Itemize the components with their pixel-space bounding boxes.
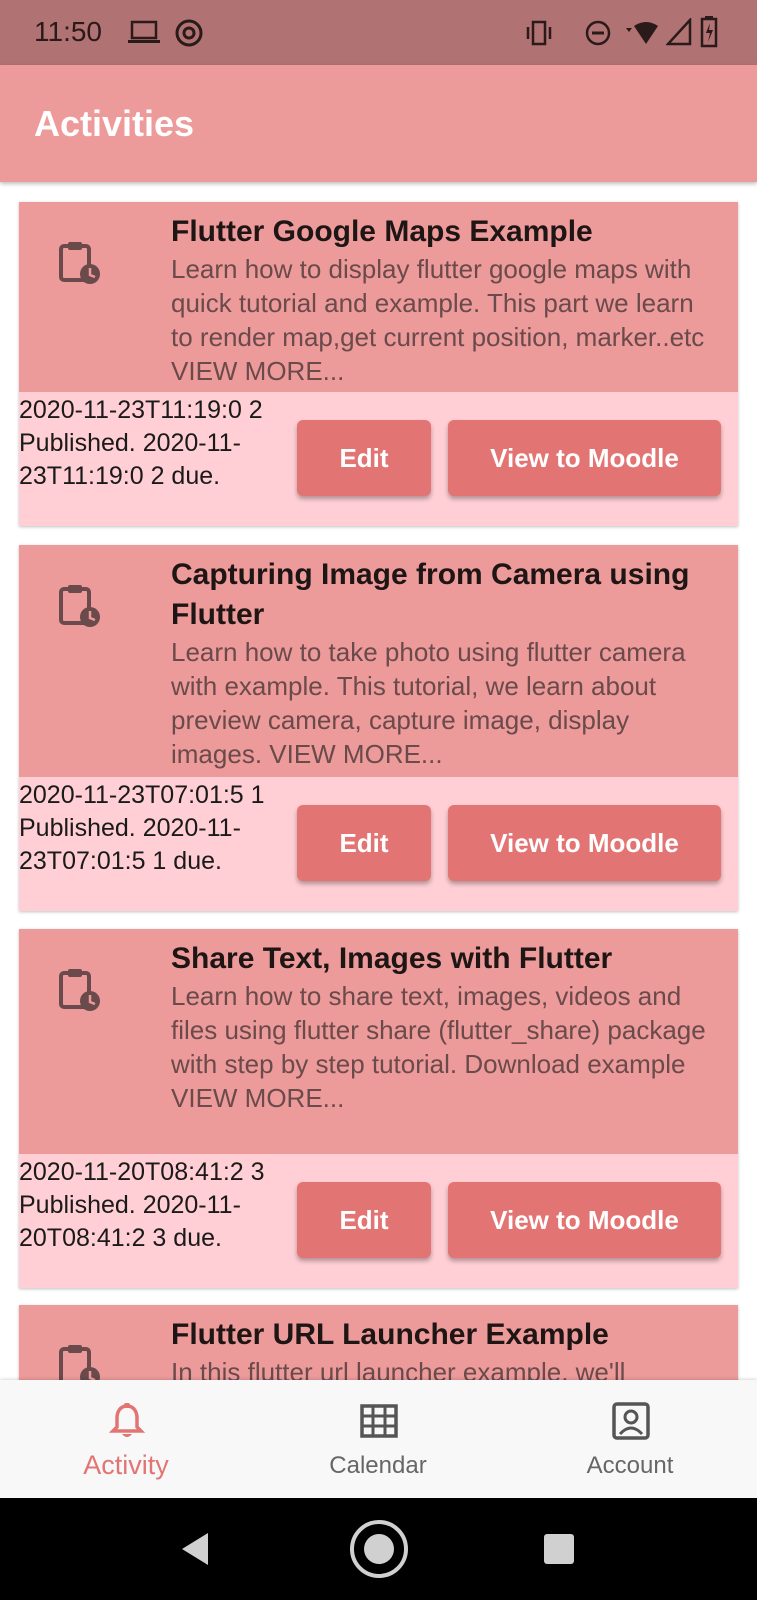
activity-title: Flutter URL Launcher Example bbox=[171, 1318, 609, 1351]
at-sign-icon bbox=[175, 19, 203, 47]
activity-card-header[interactable]: Capturing Image from Camera using Flutte… bbox=[19, 545, 738, 777]
pending-assignment-icon bbox=[59, 585, 100, 627]
app-bar: Activities bbox=[0, 65, 757, 182]
activity-card-header[interactable]: Share Text, Images with Flutter Learn ho… bbox=[19, 929, 738, 1154]
activity-title: Capturing Image from Camera using Flutte… bbox=[171, 558, 690, 631]
activity-card-footer: 2020-11-23T11:19:0 2 Published. 2020-11-… bbox=[19, 392, 738, 526]
pending-assignment-icon bbox=[59, 242, 100, 284]
view-to-moodle-button[interactable]: View to Moodle bbox=[448, 805, 721, 881]
account-box-icon bbox=[612, 1402, 650, 1440]
wifi-icon bbox=[626, 22, 658, 44]
activity-dates: 2020-11-23T11:19:0 2 Published. 2020-11-… bbox=[19, 396, 263, 490]
nav-item-account[interactable]: Account bbox=[530, 1380, 730, 1498]
activity-card[interactable]: Capturing Image from Camera using Flutte… bbox=[19, 545, 738, 911]
nav-label-calendar: Calendar bbox=[329, 1452, 427, 1479]
activity-card-footer: 2020-11-23T07:01:5 1 Published. 2020-11-… bbox=[19, 777, 738, 911]
activity-card[interactable]: Share Text, Images with Flutter Learn ho… bbox=[19, 929, 738, 1288]
do-not-disturb-icon bbox=[585, 20, 611, 46]
pending-assignment-icon bbox=[59, 969, 100, 1011]
nav-item-calendar[interactable]: Calendar bbox=[278, 1380, 478, 1498]
status-time: 11:50 bbox=[34, 16, 102, 47]
activity-dates: 2020-11-23T07:01:5 1 Published. 2020-11-… bbox=[19, 781, 265, 875]
activity-card[interactable]: Flutter Google Maps Example Learn how to… bbox=[19, 202, 738, 526]
activity-description: Learn how to display flutter google maps… bbox=[171, 254, 705, 386]
activity-description: Learn how to share text, images, videos … bbox=[171, 981, 706, 1113]
nav-item-activity[interactable]: Activity bbox=[26, 1380, 226, 1498]
view-to-moodle-button[interactable]: View to Moodle bbox=[448, 1182, 721, 1258]
activity-description: In this flutter url launcher example, we… bbox=[171, 1357, 626, 1380]
activity-card[interactable]: Flutter URL Launcher Example In this flu… bbox=[19, 1305, 738, 1380]
status-bar: 11:50 bbox=[0, 0, 757, 65]
activity-description: Learn how to take photo using flutter ca… bbox=[171, 637, 686, 769]
activity-list[interactable]: Flutter Google Maps Example Learn how to… bbox=[0, 182, 757, 1380]
edit-button[interactable]: Edit bbox=[297, 420, 431, 496]
edit-button[interactable]: Edit bbox=[297, 1182, 431, 1258]
laptop-icon bbox=[128, 20, 160, 43]
signal-icon bbox=[666, 18, 692, 46]
recents-icon[interactable] bbox=[543, 1533, 575, 1565]
bell-icon bbox=[108, 1403, 146, 1437]
system-navigation-bar bbox=[0, 1498, 757, 1600]
view-to-moodle-button[interactable]: View to Moodle bbox=[448, 420, 721, 496]
activity-card-header[interactable]: Flutter Google Maps Example Learn how to… bbox=[19, 202, 738, 392]
nav-label-account: Account bbox=[586, 1452, 674, 1479]
page-title: Activities bbox=[34, 103, 195, 144]
home-icon[interactable] bbox=[349, 1519, 409, 1579]
battery-icon bbox=[700, 16, 718, 48]
calendar-grid-icon bbox=[360, 1404, 398, 1438]
pending-assignment-icon bbox=[59, 1345, 100, 1380]
activity-dates: 2020-11-20T08:41:2 3 Published. 2020-11-… bbox=[19, 1158, 265, 1252]
activity-title: Flutter Google Maps Example bbox=[171, 215, 593, 248]
activity-card-header[interactable]: Flutter URL Launcher Example In this flu… bbox=[19, 1305, 738, 1380]
activity-title: Share Text, Images with Flutter bbox=[171, 942, 613, 975]
activity-card-footer: 2020-11-20T08:41:2 3 Published. 2020-11-… bbox=[19, 1154, 738, 1288]
back-icon[interactable] bbox=[178, 1531, 212, 1567]
bottom-navigation: Activity Calendar Account bbox=[0, 1380, 757, 1498]
edit-button[interactable]: Edit bbox=[297, 805, 431, 881]
nav-label-activity: Activity bbox=[83, 1450, 169, 1480]
vibrate-icon bbox=[526, 20, 552, 46]
